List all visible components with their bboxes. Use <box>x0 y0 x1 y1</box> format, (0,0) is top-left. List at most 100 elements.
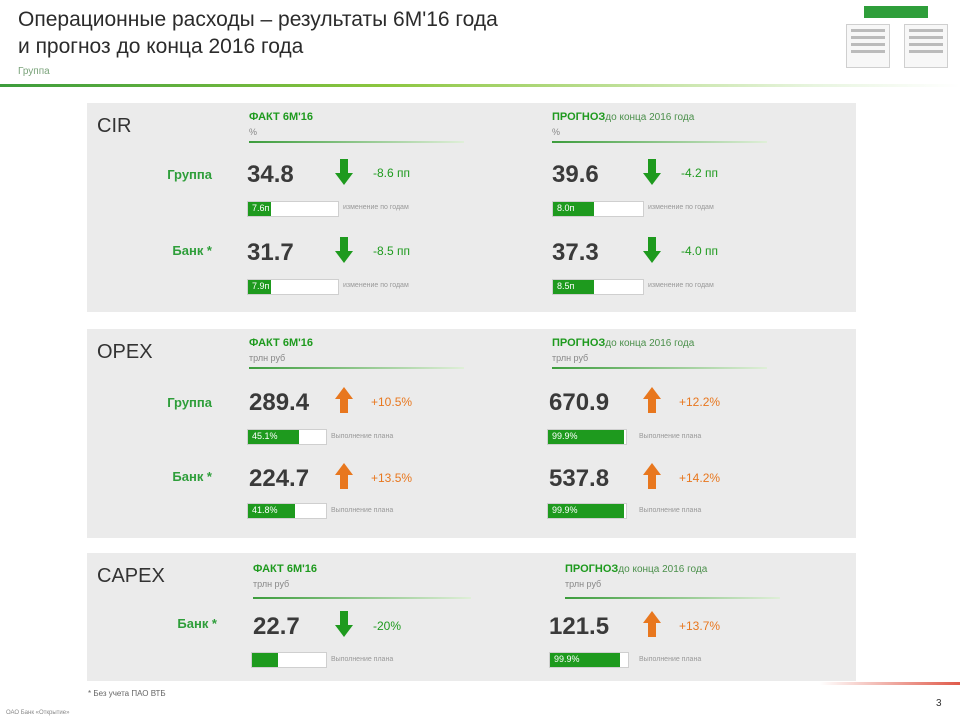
opex-forecast-rule <box>552 367 767 369</box>
cir-bank-fact-bar-label: 7.9п <box>252 281 270 291</box>
logo-panel-left <box>846 24 890 68</box>
cir-forecast-header: ПРОГНОЗдо конца 2016 года % <box>552 111 694 137</box>
cir-fact-title: ФАКТ 6М'16 <box>249 111 313 123</box>
capex-fact-unit: трлн руб <box>253 579 290 589</box>
cir-bank-forecast-bar: 8.5п <box>552 279 644 295</box>
cir-bank-forecast-delta: -4.0 пп <box>681 244 719 258</box>
arrow-down-icon <box>335 237 353 263</box>
capex-bank-fact-bar <box>251 652 327 668</box>
opex-group-forecast-value: 670.9 <box>549 389 610 416</box>
arrow-up-icon <box>643 387 661 413</box>
page-title: Операционные расходы – результаты 6М'16 … <box>18 6 498 60</box>
opex-forecast-unit: трлн руб <box>552 353 589 363</box>
cir-bank-fact-delta: -8.5 пп <box>373 244 411 258</box>
opex-bank-fact-bar: 41.8% <box>247 503 327 519</box>
opex-forecast-suffix: до конца 2016 года <box>605 338 695 349</box>
cir-fact-rule <box>249 141 464 143</box>
page-number: 3 <box>936 698 942 709</box>
cir-group-forecast-value: 39.6 <box>552 161 599 188</box>
opex-bank-forecast-value: 537.8 <box>549 465 610 492</box>
opex-bank-forecast-bar: 99.9% <box>547 503 627 519</box>
cir-title: CIR <box>97 115 132 137</box>
cir-forecast-rule <box>552 141 767 143</box>
capex-bank-forecast-bar: 99.9% <box>549 652 629 668</box>
opex-group-forecast-bar-label: 99.9% <box>552 431 578 441</box>
cir-fact-header: ФАКТ 6М'16 % <box>249 111 313 137</box>
capex-panel: CAPEX ФАКТ 6М'16 трлн руб ПРОГНОЗдо конц… <box>87 553 856 681</box>
cir-group-label: Группа <box>167 167 212 182</box>
logo-panel-right <box>904 24 948 68</box>
capex-bank-forecast-bar-label: 99.9% <box>554 654 580 664</box>
opex-fact-header: ФАКТ 6М'16 трлн руб <box>249 337 313 363</box>
cir-fact-unit: % <box>249 127 258 137</box>
brand-mark <box>864 6 928 18</box>
cir-bank-label: Банк * <box>172 243 212 258</box>
opex-forecast-header: ПРОГНОЗдо конца 2016 года трлн руб <box>552 337 694 363</box>
cir-forecast-suffix: до конца 2016 года <box>605 112 695 123</box>
cir-group-fact-value: 34.8 <box>247 161 294 188</box>
capex-forecast-unit: трлн руб <box>565 579 602 589</box>
opex-bank-fact-bar-label: 41.8% <box>252 505 278 515</box>
capex-forecast-header: ПРОГНОЗдо конца 2016 года трлн руб <box>565 563 707 589</box>
cir-panel: CIR ФАКТ 6М'16 % ПРОГНОЗдо конца 2016 го… <box>87 103 856 312</box>
arrow-up-icon <box>643 611 661 637</box>
capex-forecast-suffix: до конца 2016 года <box>618 564 708 575</box>
arrow-up-icon <box>335 463 353 489</box>
capex-bank-fact-note: Выполнение плана <box>331 656 394 663</box>
capex-fact-title: ФАКТ 6М'16 <box>253 563 317 575</box>
capex-fact-rule <box>253 597 471 599</box>
opex-panel: OPEX ФАКТ 6М'16 трлн руб ПРОГНОЗдо конца… <box>87 329 856 538</box>
cir-bank-fact-value: 31.7 <box>247 239 294 266</box>
cir-group-forecast-note: изменение по годам <box>648 204 714 211</box>
opex-bank-fact-value: 224.7 <box>249 465 310 492</box>
title-line-1: Операционные расходы – результаты 6М'16 … <box>18 8 498 31</box>
title-line-2: и прогноз до конца 2016 года <box>18 35 304 58</box>
opex-group-fact-bar: 45.1% <box>247 429 327 445</box>
arrow-down-icon <box>335 611 353 637</box>
brand-logo <box>842 6 952 78</box>
opex-bank-fact-note: Выполнение плана <box>331 507 394 514</box>
capex-bank-label: Банк * <box>177 616 217 631</box>
header-divider <box>0 84 960 87</box>
arrow-down-icon <box>335 159 353 185</box>
cir-group-fact-bar-label: 7.6п <box>252 203 270 213</box>
opex-group-fact-note: Выполнение плана <box>331 433 394 440</box>
capex-title: CAPEX <box>97 565 165 587</box>
cir-bank-forecast-bar-label: 8.5п <box>557 281 575 291</box>
opex-group-fact-delta: +10.5% <box>371 395 413 409</box>
cir-forecast-unit: % <box>552 127 561 137</box>
capex-bank-forecast-note: Выполнение плана <box>639 656 702 663</box>
footer-accent-line <box>820 682 960 685</box>
opex-bank-fact-delta: +13.5% <box>371 471 413 485</box>
arrow-up-icon <box>335 387 353 413</box>
arrow-up-icon <box>643 463 661 489</box>
capex-bank-fact-delta: -20% <box>373 619 402 633</box>
capex-forecast-title: ПРОГНОЗ <box>565 563 619 575</box>
capex-bank-forecast-delta: +13.7% <box>679 619 721 633</box>
cir-forecast-title: ПРОГНОЗ <box>552 111 606 123</box>
cir-bank-fact-bar: 7.9п <box>247 279 339 295</box>
copyright: ОАО Банк «Открытие» <box>6 710 70 716</box>
opex-title: OPEX <box>97 341 153 363</box>
opex-bank-forecast-delta: +14.2% <box>679 471 721 485</box>
capex-bank-fact-value: 22.7 <box>253 613 300 640</box>
opex-bank-forecast-note: Выполнение плана <box>639 507 702 514</box>
opex-fact-rule <box>249 367 464 369</box>
cir-group-forecast-bar-label: 8.0п <box>557 203 575 213</box>
cir-group-fact-bar: 7.6п <box>247 201 339 217</box>
footnote: * Без учета ПАО ВТБ <box>88 689 166 698</box>
opex-group-fact-bar-label: 45.1% <box>252 431 278 441</box>
page-subtitle: Группа <box>18 66 50 77</box>
opex-group-forecast-bar: 99.9% <box>547 429 627 445</box>
arrow-down-icon <box>643 237 661 263</box>
cir-group-forecast-bar: 8.0п <box>552 201 644 217</box>
cir-bank-fact-note: изменение по годам <box>343 282 409 289</box>
opex-fact-title: ФАКТ 6М'16 <box>249 337 313 349</box>
cir-bank-forecast-value: 37.3 <box>552 239 599 266</box>
capex-forecast-rule <box>565 597 780 599</box>
opex-forecast-title: ПРОГНОЗ <box>552 337 606 349</box>
opex-bank-label: Банк * <box>172 469 212 484</box>
opex-group-label: Группа <box>167 395 212 410</box>
cir-group-forecast-delta: -4.2 пп <box>681 166 719 180</box>
opex-group-fact-value: 289.4 <box>249 389 310 416</box>
